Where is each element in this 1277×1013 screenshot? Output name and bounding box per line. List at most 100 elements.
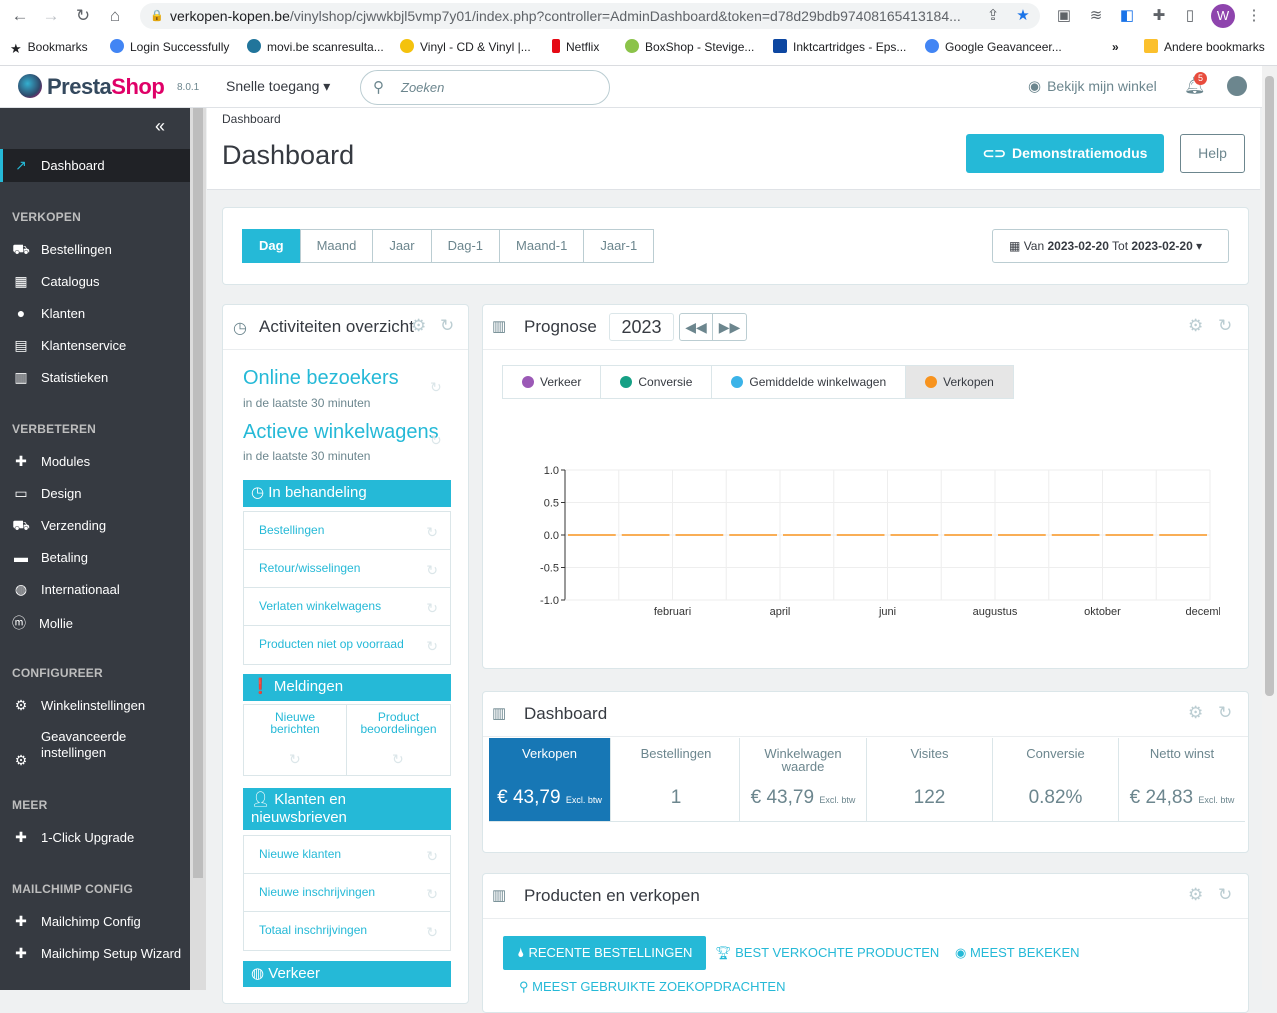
loading-icon: ↻: [426, 886, 438, 902]
breadcrumb[interactable]: Dashboard: [222, 112, 281, 126]
sidebar-item-mailchimp-config[interactable]: ✚ Mailchimp Config: [12, 913, 141, 930]
prestashop-logo[interactable]: PrestaShop: [47, 74, 165, 100]
kpi-winkelwagen-waarde[interactable]: Winkelwagen waarde € 43,79 Excl. btw: [740, 738, 867, 821]
sidebar-item-statistieken[interactable]: ▥ Statistieken: [12, 369, 108, 386]
address-bar[interactable]: 🔒 verkopen-kopen.be/vinylshop/cjwwkbjl5vm…: [140, 3, 1040, 29]
sidebar-item-verzending[interactable]: ⛟ Verzending: [12, 517, 106, 536]
period-maand-1[interactable]: Maand-1: [499, 229, 585, 263]
refresh-icon[interactable]: ↻: [440, 316, 454, 336]
sidebar-item-dashboard[interactable]: ↗ Dashboard: [12, 157, 104, 174]
demo-mode-button[interactable]: ⊂⊃ Demonstratiemodus: [966, 134, 1164, 173]
employee-avatar[interactable]: [1227, 76, 1247, 96]
sidebar-item-mollie[interactable]: ⓜ Mollie: [10, 613, 73, 633]
bookmark-item[interactable]: movi.be scanresulta...: [247, 36, 384, 58]
period-dag-1[interactable]: Dag-1: [430, 229, 501, 263]
sidebar-item-modules[interactable]: ✚ Modules: [12, 453, 90, 470]
scrollbar-thumb[interactable]: [1265, 76, 1274, 696]
online-visitors-link[interactable]: Online bezoekers: [243, 367, 399, 390]
bookmark-folder[interactable]: Andere bookmarks: [1144, 36, 1265, 58]
scrollbar-thumb[interactable]: [193, 108, 203, 878]
monitor-icon: ▭: [14, 485, 28, 501]
bookmark-item[interactable]: ★ Bookmarks: [10, 36, 88, 58]
sidebar-item-internationaal[interactable]: ◍ Internationaal: [12, 581, 120, 598]
refresh-icon[interactable]: ↻: [1218, 703, 1232, 723]
kpi-visites[interactable]: Visites 122: [867, 738, 993, 821]
new-customers-link[interactable]: Nieuwe klanten ↻: [244, 836, 450, 874]
period-dag[interactable]: Dag: [242, 229, 301, 263]
tab-most-viewed[interactable]: ◉ MEEST BEKEKEN: [955, 936, 1080, 970]
total-subscriptions-link[interactable]: Totaal inschrijvingen ↻: [244, 912, 450, 950]
kpi-conversie[interactable]: Conversie 0.82%: [993, 738, 1119, 821]
sidebar-item-1-click-upgrade[interactable]: ✚ 1-Click Upgrade: [12, 829, 134, 846]
sidebar-item-klantenservice[interactable]: ▤ Klantenservice: [12, 337, 126, 354]
bookmark-item[interactable]: Inktcartridges - Eps...: [773, 36, 906, 58]
star-icon: ★: [10, 41, 22, 56]
tab-conversie[interactable]: Conversie: [600, 365, 713, 399]
collapse-sidebar-button[interactable]: «: [155, 116, 165, 137]
new-subscriptions-link[interactable]: Nieuwe inschrijvingen ↻: [244, 874, 450, 912]
tab-recent-orders[interactable]: 🌢︎ RECENTE BESTELLINGEN: [503, 936, 707, 970]
sidebar-item-bestellingen[interactable]: ⛟ Bestellingen: [12, 241, 112, 260]
sidebar-scrollbar[interactable]: [190, 108, 206, 990]
refresh-icon[interactable]: ↻: [1218, 316, 1232, 336]
sidepanel-icon[interactable]: ▯: [1180, 6, 1200, 26]
home-icon[interactable]: ⌂: [105, 6, 125, 26]
previous-year-icon[interactable]: ◀◀: [680, 314, 714, 340]
sidebar-item-design[interactable]: ▭ Design: [12, 485, 81, 502]
tab-best-sellers[interactable]: 🏆︎ BEST VERKOCHTE PRODUCTEN: [715, 936, 939, 970]
menu-icon[interactable]: ⋮: [1244, 6, 1264, 26]
active-carts-link[interactable]: Actieve winkelwagens: [243, 421, 439, 444]
back-icon[interactable]: ←: [10, 6, 30, 26]
sidebar-item-klanten[interactable]: ● Klanten: [12, 305, 85, 321]
bookmark-item[interactable]: BoxShop - Stevige...: [625, 36, 754, 58]
sidebar-item-betaling[interactable]: ▬ Betaling: [12, 549, 88, 565]
product-reviews-link[interactable]: Product beoordelingen ↻: [347, 705, 450, 775]
date-range-picker[interactable]: ▦ Van 2023-02-20 Tot 2023-02-20 ▾: [992, 229, 1229, 263]
puzzle-icon[interactable]: ✚: [1149, 6, 1169, 26]
kpi-verkopen[interactable]: Verkopen € 43,79 Excl. btw: [489, 738, 611, 821]
kpi-netto-winst[interactable]: Netto winst € 24,83 Excl. btw: [1119, 738, 1245, 821]
new-messages-link[interactable]: Nieuwe berichten ↻: [244, 705, 347, 775]
more-bookmarks[interactable]: »: [1112, 36, 1119, 58]
configure-gear-icon[interactable]: ⚙: [1188, 316, 1203, 336]
reload-icon[interactable]: ↻: [73, 6, 93, 26]
extension-icon[interactable]: ▣: [1054, 6, 1074, 26]
inkt-icon: [773, 39, 787, 53]
tab-verkopen[interactable]: Verkopen: [905, 365, 1014, 399]
configure-gear-icon[interactable]: ⚙: [1188, 703, 1203, 723]
pending-returns-link[interactable]: Retour/wisselingen ↻: [244, 550, 450, 588]
configure-gear-icon[interactable]: ⚙: [1188, 885, 1203, 905]
sidebar-item-mailchimp-wizard[interactable]: ✚ Mailchimp Setup Wizard: [12, 945, 181, 962]
profile-avatar[interactable]: W: [1211, 4, 1235, 28]
page-scrollbar[interactable]: [1262, 66, 1277, 990]
sidebar-item-geavanceerde-instellingen[interactable]: ⚙ Geavanceerde instellingen: [12, 729, 127, 768]
period-maand[interactable]: Maand: [299, 229, 374, 263]
pending-orders-link[interactable]: Bestellingen ↻: [244, 512, 450, 550]
extension-icon[interactable]: ◧: [1117, 6, 1137, 26]
configure-gear-icon[interactable]: ⚙: [411, 316, 426, 336]
bookmark-item[interactable]: Vinyl - CD & Vinyl |...: [400, 36, 531, 58]
forward-icon[interactable]: →: [41, 6, 61, 26]
help-button[interactable]: Help: [1180, 134, 1245, 173]
kpi-bestellingen[interactable]: Bestellingen 1: [613, 738, 740, 821]
period-jaar-1[interactable]: Jaar-1: [583, 229, 655, 263]
sidebar-item-catalogus[interactable]: ▦ Catalogus: [12, 273, 99, 290]
abandoned-carts-link[interactable]: Verlaten winkelwagens ↻: [244, 588, 450, 626]
out-of-stock-link[interactable]: Producten niet op voorraad ↻: [244, 626, 450, 664]
bookmark-item[interactable]: Netflix: [552, 36, 599, 58]
search-input[interactable]: ⚲ Zoeken: [360, 70, 610, 105]
tab-verkeer[interactable]: Verkeer: [502, 365, 602, 399]
share-icon[interactable]: ⇪: [983, 6, 1003, 26]
bookmark-item[interactable]: Google Geavanceer...: [925, 36, 1062, 58]
next-year-icon[interactable]: ▶▶: [713, 314, 746, 340]
refresh-icon[interactable]: ↻: [1218, 885, 1232, 905]
quick-access-dropdown[interactable]: Snelle toegang ▾: [226, 78, 330, 95]
bookmark-item[interactable]: Login Successfully: [110, 36, 229, 58]
view-shop-link[interactable]: ◉ Bekijk mijn winkel: [1028, 77, 1157, 95]
bookmark-star-icon[interactable]: ★: [1013, 6, 1033, 26]
tab-top-searches[interactable]: ⚲ MEEST GEBRUIKTE ZOEKOPDRACHTEN: [519, 970, 785, 1004]
extension-icon[interactable]: ≋: [1086, 6, 1106, 26]
period-jaar[interactable]: Jaar: [372, 229, 432, 263]
tab-gemiddelde-winkelwagen[interactable]: Gemiddelde winkelwagen: [711, 365, 907, 399]
sidebar-item-winkelinstellingen[interactable]: ⚙ Winkelinstellingen: [12, 697, 145, 714]
